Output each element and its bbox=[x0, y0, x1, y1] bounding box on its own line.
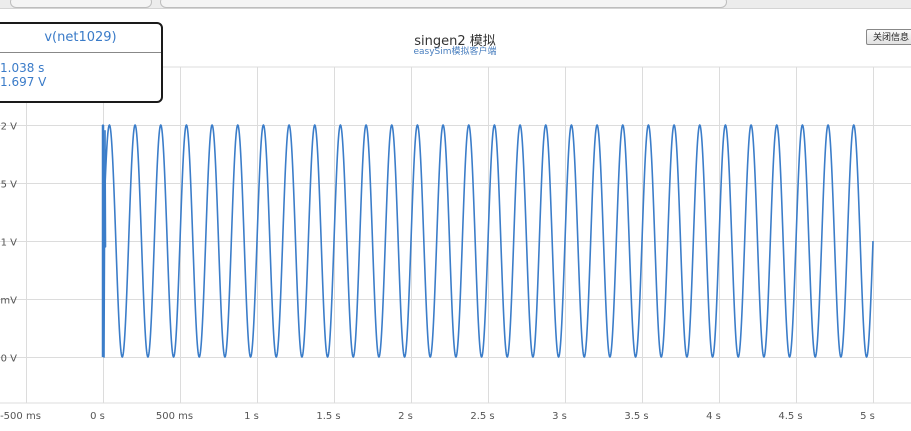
x-tick-label: 3 s bbox=[552, 411, 567, 422]
y-axis-ticks: 0 V 500 mV 1 V 1.5 V 2 V bbox=[0, 122, 17, 365]
y-tick-label: 1 V bbox=[1, 238, 18, 249]
y-tick-label: 2 V bbox=[1, 122, 18, 133]
chart-subtitle: easySim模拟客户端 bbox=[413, 47, 497, 57]
x-tick-label: 3.5 s bbox=[624, 411, 648, 422]
tooltip-signal-name: v(net1029) bbox=[0, 24, 161, 53]
x-tick-label: 4.5 s bbox=[778, 411, 802, 422]
x-tick-label: 2 s bbox=[398, 411, 413, 422]
x-tick-label: 2.5 s bbox=[470, 411, 494, 422]
y-tick-label: 0 V bbox=[1, 354, 18, 365]
x-tick-label: -500 ms bbox=[0, 411, 41, 422]
x-tick-label: 1 s bbox=[244, 411, 259, 422]
x-tick-label: 5 s bbox=[860, 411, 875, 422]
x-axis-ticks: -500 ms 0 s 500 ms 1 s 1.5 s 2 s 2.5 s 3 s 3.5 s… bbox=[0, 411, 875, 422]
x-tick-label: 4 s bbox=[706, 411, 721, 422]
tooltip-time-value: 1.038 s bbox=[0, 61, 45, 75]
close-info-button[interactable]: 关闭信息 bbox=[866, 29, 911, 45]
x-tick-label: 500 ms bbox=[156, 411, 193, 422]
x-tick-label: 1.5 s bbox=[316, 411, 340, 422]
cursor-tooltip: v(net1029) 1.038 s 1.697 V bbox=[0, 22, 163, 103]
y-tick-label: 1.5 V bbox=[0, 180, 17, 191]
x-tick-label: 0 s bbox=[90, 411, 105, 422]
y-tick-label: 500 mV bbox=[0, 296, 17, 307]
tooltip-voltage-value: 1.697 V bbox=[0, 75, 47, 89]
